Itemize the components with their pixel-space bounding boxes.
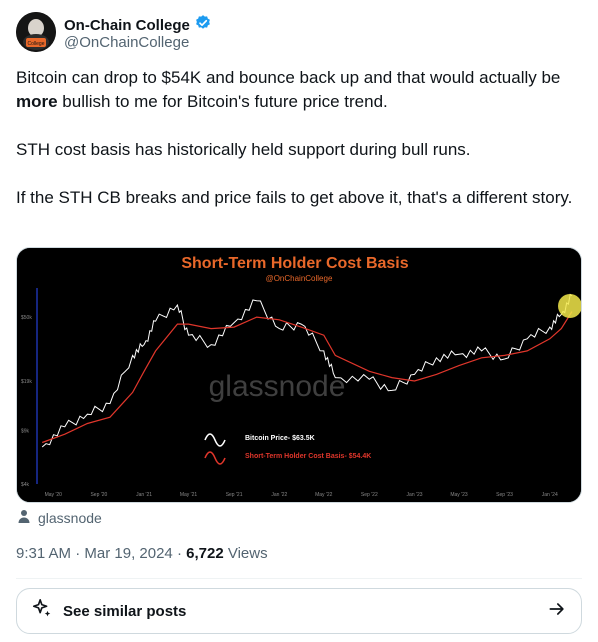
arrow-right-icon	[547, 599, 567, 624]
media-source-label: glassnode	[38, 509, 102, 526]
legend-label: Bitcoin Price- $63.5K	[245, 435, 315, 442]
x-tick-label: May '21	[180, 492, 198, 498]
views-count: 6,722	[186, 545, 224, 562]
tweet-meta: 9:31 AM · Mar 19, 2024 · 6,722 Views	[16, 545, 268, 562]
author-name[interactable]: On-Chain College	[64, 17, 190, 34]
x-tick-label: May '20	[45, 492, 63, 498]
highlight-circle	[558, 294, 581, 318]
y-tick-label: $4k	[21, 482, 30, 488]
x-tick-label: Jan '24	[542, 492, 558, 498]
tweet-paragraph-3: If the STH CB breaks and price fails to …	[16, 188, 573, 207]
tweet-date[interactable]: Mar 19, 2024	[84, 545, 172, 562]
y-tick-label: $19k	[21, 379, 32, 385]
y-tick-label: $9k	[21, 428, 30, 434]
author-handle[interactable]: @OnChainCollege	[64, 34, 189, 51]
chart: Short-Term Holder Cost Basis @OnChainCol…	[17, 248, 581, 502]
svg-text:College: College	[28, 41, 45, 47]
x-tick-label: Sep '23	[496, 492, 513, 498]
tweet-text: Bitcoin can drop to $54K and bounce back…	[16, 66, 576, 234]
x-tick-label: Jan '23	[407, 492, 423, 498]
bold-text: more	[16, 92, 58, 111]
verified-badge-icon	[194, 14, 212, 36]
x-tick-label: Sep '20	[90, 492, 107, 498]
media-source[interactable]: glassnode	[16, 508, 102, 527]
y-tick-label: $50k	[21, 315, 32, 321]
tweet-media-image[interactable]: Short-Term Holder Cost Basis @OnChainCol…	[16, 247, 582, 503]
tweet-time[interactable]: 9:31 AM	[16, 545, 71, 562]
views-label: Views	[223, 545, 268, 562]
tweet-paragraph-2: STH cost basis has historically held sup…	[16, 140, 471, 159]
x-tick-label: May '23	[450, 492, 468, 498]
person-icon	[16, 508, 32, 527]
avatar[interactable]: College	[16, 12, 56, 52]
x-tick-label: Jan '22	[271, 492, 287, 498]
x-tick-label: Sep '21	[226, 492, 243, 498]
chart-watermark: glassnode	[209, 370, 346, 403]
author-name-row[interactable]: On-Chain College	[64, 14, 212, 36]
sparkle-icon	[31, 598, 53, 625]
chart-subtitle: @OnChainCollege	[266, 274, 333, 283]
legend-label: Short-Term Holder Cost Basis- $54.4K	[245, 453, 371, 460]
x-tick-label: May '22	[315, 492, 333, 498]
x-tick-label: Jan '21	[136, 492, 152, 498]
tweet-paragraph-1: Bitcoin can drop to $54K and bounce back…	[16, 68, 561, 111]
see-similar-posts-label: See similar posts	[63, 602, 187, 620]
chart-title: Short-Term Holder Cost Basis	[181, 255, 408, 272]
see-similar-posts-button[interactable]: See similar posts	[16, 588, 582, 634]
divider	[16, 578, 582, 579]
x-tick-label: Sep '22	[361, 492, 378, 498]
